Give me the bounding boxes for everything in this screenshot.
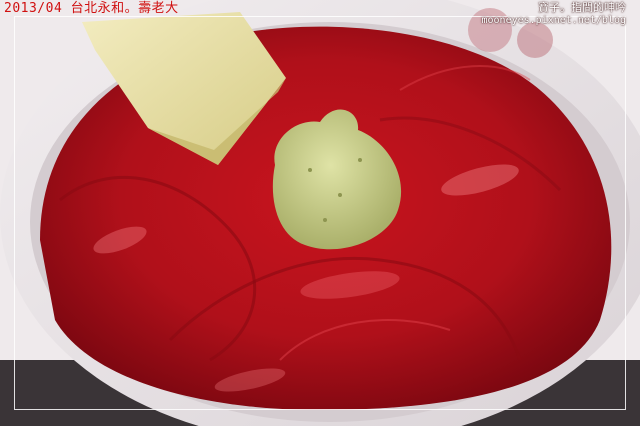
watermark-title: 2013/04 台北永和。壽老大	[4, 1, 179, 16]
wasabi-speck	[338, 193, 342, 197]
food-photo: 2013/04 台北永和。壽老大 寶子。指間的呻吟 mooneyes.pixne…	[0, 0, 640, 426]
photo-canvas: 2013/04 台北永和。壽老大 寶子。指間的呻吟 mooneyes.pixne…	[0, 0, 640, 426]
wasabi-speck	[358, 158, 362, 162]
background-flower	[517, 22, 553, 58]
watermark-url: mooneyes.pixnet.net/blog	[481, 15, 627, 26]
wasabi-speck	[308, 168, 312, 172]
watermark-author: 寶子。指間的呻吟	[538, 1, 626, 14]
maguro-don-illustration	[0, 0, 640, 426]
wasabi-speck	[323, 218, 327, 222]
